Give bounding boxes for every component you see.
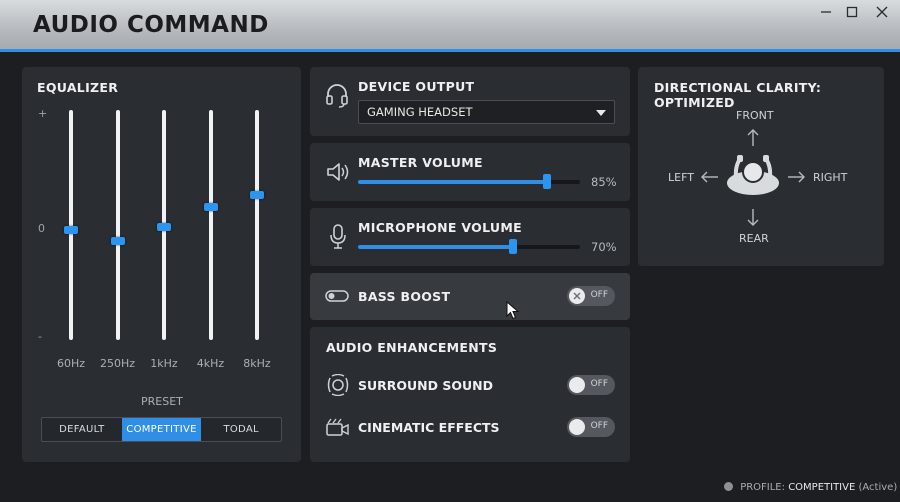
cinematic-effects-toggle[interactable]: OFF xyxy=(567,417,615,437)
headset-icon xyxy=(326,84,348,108)
speaker-icon xyxy=(327,163,349,181)
eq-band-label: 4kHz xyxy=(196,357,225,370)
eq-slider-fill xyxy=(255,195,259,336)
profile-state: (Active) xyxy=(858,482,898,493)
directional-clarity-title: DIRECTIONAL CLARITY: OPTIMIZED xyxy=(654,80,822,110)
preset-competitive-button[interactable]: COMPETITIVE xyxy=(121,418,202,441)
title-bar: AUDIO COMMAND xyxy=(0,0,900,52)
arrow-left-icon xyxy=(701,171,718,183)
toggle-knob xyxy=(569,288,585,304)
close-icon[interactable] xyxy=(874,4,890,20)
microphone-volume-title: MICROPHONE VOLUME xyxy=(358,220,522,235)
cursor-icon xyxy=(506,301,520,320)
preset-todal-button[interactable]: TODAL xyxy=(201,418,281,441)
maximize-icon[interactable] xyxy=(844,4,860,20)
bass-boost-panel[interactable]: BASS BOOST OFF xyxy=(310,273,630,320)
eq-band-label: 1kHz xyxy=(150,357,178,370)
eq-slider-thumb[interactable] xyxy=(250,191,264,200)
microphone-volume-track[interactable] xyxy=(358,245,580,249)
eq-slider-fill xyxy=(69,230,73,336)
app-title: AUDIO COMMAND xyxy=(33,12,269,38)
toggle-knob xyxy=(569,377,585,393)
master-volume-panel: MASTER VOLUME 85% xyxy=(310,143,630,201)
eq-band-label: 8kHz xyxy=(243,357,271,370)
camera-icon xyxy=(326,418,349,436)
close-icon xyxy=(573,292,581,300)
eq-slider-thumb[interactable] xyxy=(157,223,171,232)
eq-band-label: 250Hz xyxy=(99,357,136,370)
audio-enhancements-panel: AUDIO ENHANCEMENTS SURROUND SOUND OFF CI… xyxy=(310,327,630,462)
direction-front-label: FRONT xyxy=(736,109,774,122)
directional-clarity-panel: DIRECTIONAL CLARITY: OPTIMIZED FRONT REA… xyxy=(638,67,884,266)
microphone-volume-percent: 70% xyxy=(591,240,617,254)
eq-slider-fill xyxy=(209,207,213,336)
bass-boost-title: BASS BOOST xyxy=(358,289,451,304)
toggle-knob xyxy=(569,419,585,435)
master-volume-fill xyxy=(358,180,547,184)
microphone-volume-panel: MICROPHONE VOLUME 70% xyxy=(310,208,630,266)
eq-scale-mid: 0 xyxy=(38,222,45,235)
master-volume-thumb[interactable] xyxy=(542,174,551,189)
chevron-down-icon xyxy=(596,110,606,116)
eq-slider-fill xyxy=(162,227,166,336)
arrow-up-icon xyxy=(747,129,759,146)
eq-slider-thumb[interactable] xyxy=(203,202,218,211)
master-volume-percent: 85% xyxy=(591,175,617,189)
direction-left-label: LEFT xyxy=(668,171,694,184)
microphone-volume-fill xyxy=(358,245,514,249)
profile-status: PROFILE: COMPETITIVE (Active) xyxy=(724,482,897,493)
device-output-title: DEVICE OUTPUT xyxy=(358,79,475,94)
preset-label: PRESET xyxy=(141,395,183,408)
eq-slider-thumb[interactable] xyxy=(64,225,78,234)
toggle-icon xyxy=(325,290,349,302)
device-output-value: GAMING HEADSET xyxy=(367,105,473,119)
status-dot xyxy=(724,482,733,491)
surround-sound-state: OFF xyxy=(590,379,608,389)
direction-right-label: RIGHT xyxy=(813,171,848,184)
preset-selector: DEFAULT COMPETITIVE TODAL xyxy=(41,417,282,442)
arrow-down-icon xyxy=(747,209,759,226)
eq-slider-fill xyxy=(116,241,120,336)
profile-name: COMPETITIVE xyxy=(788,482,856,493)
eq-slider-thumb[interactable] xyxy=(110,237,125,246)
eq-scale-top: + xyxy=(38,107,48,120)
eq-band-label: 60Hz xyxy=(56,357,86,370)
eq-scale-bottom: - xyxy=(38,330,42,343)
surround-sound-toggle[interactable]: OFF xyxy=(567,375,615,395)
equalizer-title: EQUALIZER xyxy=(37,80,119,95)
audio-enhancements-title: AUDIO ENHANCEMENTS xyxy=(326,340,498,355)
direction-rear-label: REAR xyxy=(739,232,769,245)
arrow-right-icon xyxy=(788,171,805,183)
bass-boost-state: OFF xyxy=(590,290,608,300)
profile-prefix: PROFILE: xyxy=(740,482,785,493)
microphone-volume-thumb[interactable] xyxy=(509,239,518,254)
equalizer-panel: EQUALIZER + 0 - 60Hz 250Hz 1kHz 4kHz 8kHz PR… xyxy=(22,67,301,462)
cinematic-effects-label: CINEMATIC EFFECTS xyxy=(358,420,500,435)
surround-icon xyxy=(327,374,349,396)
microphone-icon xyxy=(330,224,346,249)
master-volume-title: MASTER VOLUME xyxy=(358,155,483,170)
device-output-dropdown[interactable]: GAMING HEADSET xyxy=(358,100,615,124)
bass-boost-toggle[interactable]: OFF xyxy=(567,286,615,306)
cinematic-effects-state: OFF xyxy=(590,421,608,431)
listener-icon xyxy=(727,155,779,195)
preset-default-button[interactable]: DEFAULT xyxy=(42,418,122,441)
surround-sound-label: SURROUND SOUND xyxy=(358,378,493,393)
minimize-icon[interactable] xyxy=(818,4,834,20)
